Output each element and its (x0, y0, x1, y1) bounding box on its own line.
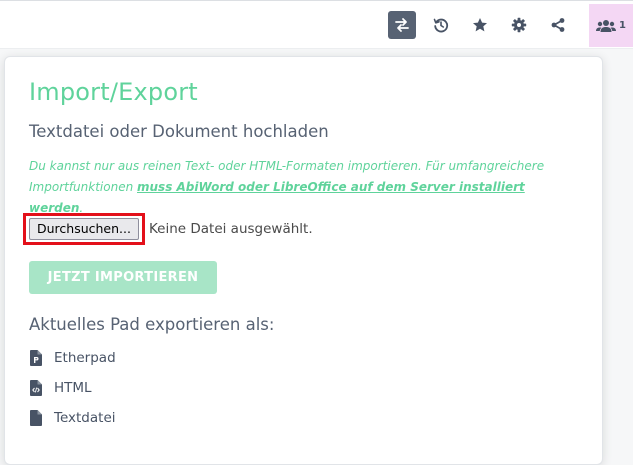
export-html[interactable]: HTML (29, 378, 92, 398)
import-export-icon (395, 18, 409, 32)
star-icon (473, 18, 487, 32)
browse-highlight: Durchsuchen... (23, 213, 145, 245)
users-count: 1 (619, 20, 626, 31)
settings-button[interactable] (505, 11, 533, 39)
users-icon (596, 19, 617, 32)
history-button[interactable] (427, 11, 455, 39)
import-now-button[interactable]: JETZT IMPORTIEREN (29, 261, 217, 294)
gear-icon (511, 17, 527, 33)
browse-button[interactable]: Durchsuchen... (29, 218, 139, 240)
popup-title: Import/Export (29, 78, 198, 106)
import-export-button[interactable] (388, 11, 416, 39)
export-etherpad[interactable]: Etherpad (29, 348, 116, 368)
page: 1 Import/Export Textdatei oder Dokument … (0, 0, 633, 465)
export-html-label: HTML (54, 380, 92, 396)
share-icon (551, 18, 565, 32)
export-textfile-label: Textdatei (54, 410, 116, 426)
export-etherpad-label: Etherpad (54, 350, 116, 366)
history-icon (433, 18, 449, 33)
file-input: Durchsuchen... Keine Datei ausgewählt. (23, 210, 313, 248)
import-heading: Textdatei oder Dokument hochladen (29, 122, 329, 141)
star-button[interactable] (466, 11, 494, 39)
share-button[interactable] (544, 11, 572, 39)
no-file-label: Keine Datei ausgewählt. (148, 221, 313, 237)
toolbar: 1 (0, 0, 633, 49)
text-file-icon (29, 409, 43, 427)
etherpad-file-icon (29, 349, 43, 367)
html-file-icon (29, 379, 43, 397)
export-textfile[interactable]: Textdatei (29, 408, 116, 428)
import-export-popup: Import/Export Textdatei oder Dokument ho… (4, 56, 603, 465)
users-button[interactable]: 1 (589, 4, 633, 47)
export-heading: Aktuelles Pad exportieren als: (29, 315, 275, 334)
